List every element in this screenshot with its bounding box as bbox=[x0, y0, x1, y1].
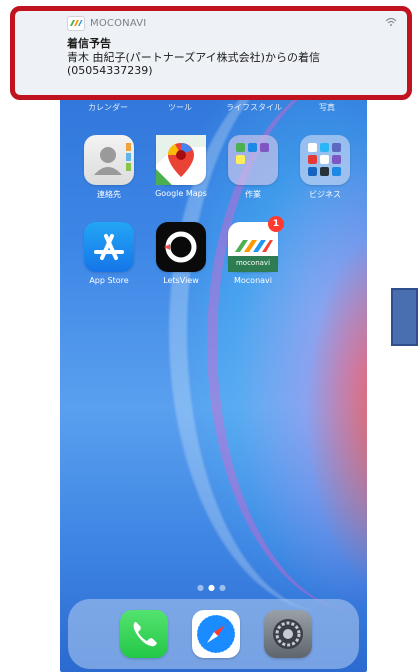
app-label: ビジネス bbox=[309, 190, 341, 199]
contacts-icon bbox=[84, 135, 134, 185]
folder-icon bbox=[300, 135, 350, 185]
phone-icon[interactable] bbox=[120, 610, 168, 658]
moconavi-icon: moconavi 1 bbox=[228, 216, 284, 272]
app-letsview[interactable]: LetsView bbox=[146, 222, 216, 285]
settings-icon[interactable] bbox=[264, 610, 312, 658]
app-moconavi[interactable]: moconavi 1 Moconavi bbox=[218, 216, 288, 285]
peek-labels-row: カレンダー ツール ライフスタイル 写真 bbox=[60, 102, 367, 114]
peek-label: 写真 bbox=[319, 103, 335, 112]
app-label: App Store bbox=[89, 276, 129, 285]
folder-icon bbox=[228, 135, 278, 185]
notification-badge: 1 bbox=[268, 216, 284, 232]
page-dot-active: ● bbox=[208, 583, 219, 592]
safari-icon[interactable] bbox=[192, 610, 240, 658]
peek-label: ライフスタイル bbox=[226, 103, 282, 112]
app-store-icon bbox=[84, 222, 134, 272]
notification-header: MOCONAVI bbox=[67, 13, 397, 33]
app-google-maps[interactable]: Google Maps bbox=[146, 135, 216, 198]
notification-app-name: MOCONAVI bbox=[90, 17, 147, 29]
peek-label: カレンダー bbox=[88, 103, 128, 112]
app-contacts[interactable]: 連絡先 bbox=[74, 135, 144, 200]
dock bbox=[68, 599, 359, 669]
side-tab bbox=[391, 288, 418, 346]
letsview-icon bbox=[156, 222, 206, 272]
page-dot: ● bbox=[218, 583, 230, 592]
app-label: LetsView bbox=[163, 276, 199, 285]
app-app-store[interactable]: App Store bbox=[74, 222, 144, 285]
folder-work[interactable]: 作業 bbox=[218, 135, 288, 200]
app-label: Moconavi bbox=[233, 276, 273, 285]
notification-line1: 青木 由紀子(パートナーズアイ株式会社)からの着信 bbox=[67, 51, 320, 64]
app-label: Google Maps bbox=[155, 189, 207, 198]
moconavi-icon-text: moconavi bbox=[235, 259, 271, 267]
app-label: 作業 bbox=[245, 190, 261, 199]
page-indicator[interactable]: ●●● bbox=[60, 583, 367, 592]
phone-screen: カレンダー ツール ライフスタイル 写真 連絡先 Google Maps 作業 … bbox=[60, 12, 367, 672]
moconavi-mini-icon bbox=[67, 15, 85, 31]
notification-line2: (05054337239) bbox=[67, 64, 153, 77]
google-maps-icon bbox=[156, 135, 206, 185]
notification-banner[interactable]: MOCONAVI 着信予告 青木 由紀子(パートナーズアイ株式会社)からの着信 … bbox=[10, 6, 412, 100]
app-label: 連絡先 bbox=[97, 190, 121, 199]
notification-title: 着信予告 bbox=[67, 37, 111, 50]
folder-business[interactable]: ビジネス bbox=[290, 135, 360, 200]
peek-label: ツール bbox=[168, 103, 192, 112]
network-icon bbox=[385, 17, 397, 30]
page-dot: ● bbox=[197, 583, 208, 592]
